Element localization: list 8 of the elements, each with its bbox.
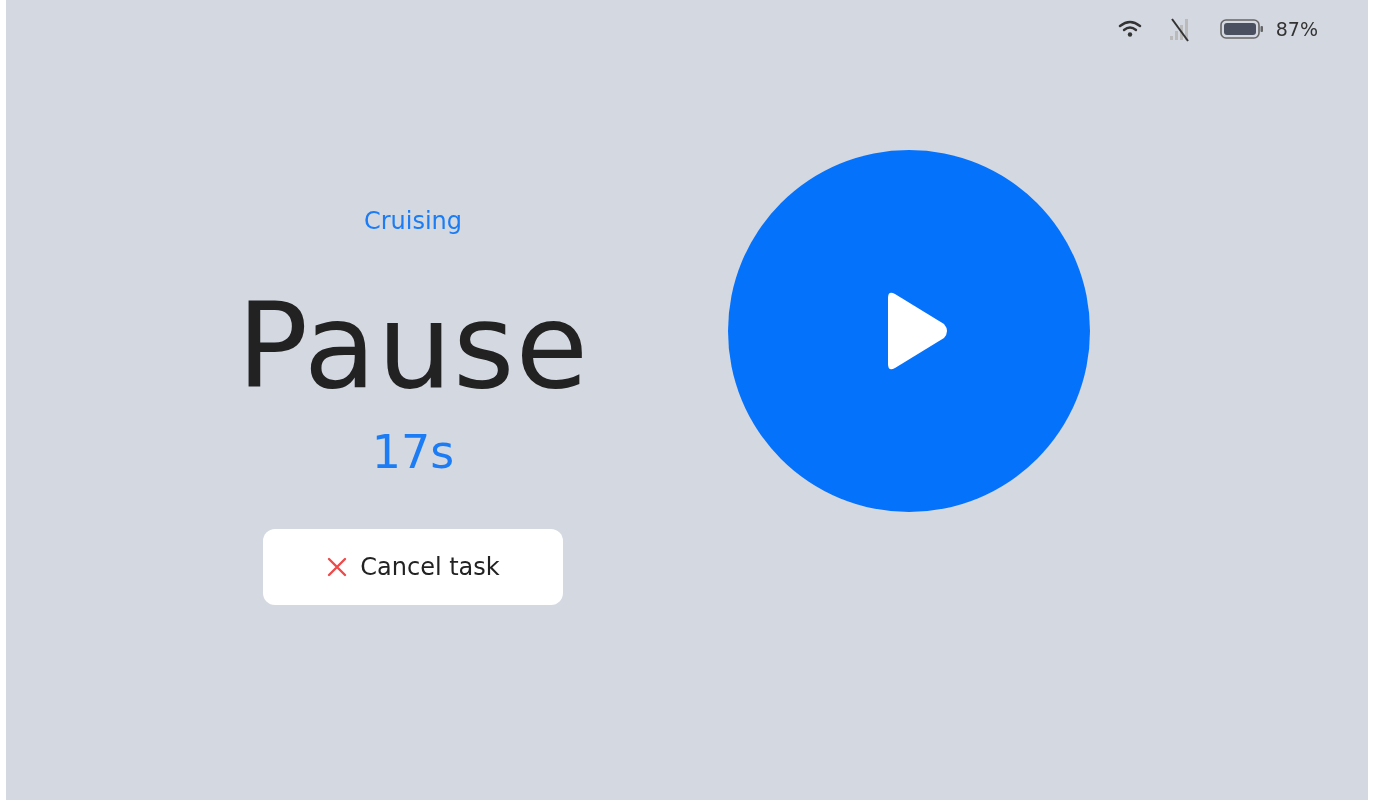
- battery-icon: [1219, 18, 1264, 40]
- mode-label: Cruising: [363, 207, 463, 235]
- countdown-timer: 17s: [371, 425, 455, 479]
- cancel-task-button[interactable]: Cancel task: [263, 529, 563, 605]
- wifi-icon: [1117, 20, 1142, 38]
- state-title: Pause: [237, 287, 589, 405]
- close-icon: [326, 556, 349, 578]
- battery-percentage: 87%: [1275, 18, 1318, 40]
